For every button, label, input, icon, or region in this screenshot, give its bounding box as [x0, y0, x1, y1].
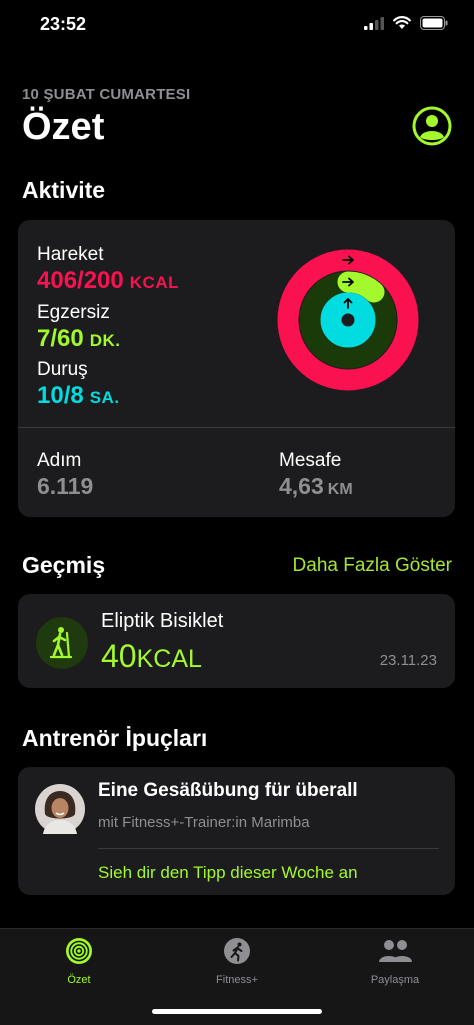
- tab-sharing-label: Paylaşma: [370, 974, 420, 986]
- steps-label: Adım: [37, 450, 82, 471]
- activity-divider: [18, 427, 455, 428]
- tab-fitness-plus-label: Fitness+: [216, 974, 258, 986]
- page-title: Özet: [22, 106, 105, 148]
- tab-sharing[interactable]: Paylaşma: [335, 937, 455, 986]
- tip-title: Eine Gesäßübung für überall: [98, 780, 358, 801]
- profile-icon[interactable]: [412, 106, 452, 146]
- home-indicator[interactable]: [152, 1009, 322, 1014]
- tips-section-title: Antrenör İpuçları: [22, 725, 208, 751]
- tab-summary-label: Özet: [67, 974, 91, 986]
- activity-card[interactable]: Hareket 406/200 KCAL Egzersiz 7/60 DK. Dur…: [18, 220, 455, 517]
- tip-link[interactable]: Sieh dir den Tipp dieser Woche an: [98, 863, 358, 883]
- status-time: 23:52: [40, 14, 87, 34]
- stand-label: Duruş: [37, 359, 88, 380]
- distance-value: 4,63 KM: [279, 473, 353, 499]
- battery-icon: [420, 16, 448, 30]
- steps-value: 6.119: [37, 473, 94, 499]
- people-icon: [379, 940, 412, 962]
- wifi-icon: [393, 16, 411, 29]
- tip-subtitle: mit Fitness+-Trainer:in Marimba: [98, 814, 310, 831]
- distance-label: Mesafe: [279, 450, 342, 471]
- exercise-label: Egzersiz: [37, 302, 110, 323]
- runner-icon: [224, 938, 250, 964]
- workout-date: 23.11.23: [379, 652, 437, 669]
- activity-rings[interactable]: [277, 249, 419, 391]
- history-section-title: Geçmiş: [22, 552, 106, 578]
- status-bar: 23:52: [0, 0, 474, 50]
- move-label: Hareket: [37, 244, 104, 265]
- workout-card[interactable]: Eliptik Bisiklet 40KCAL 23.11.23: [18, 594, 455, 688]
- trainer-avatar: [35, 784, 85, 834]
- workout-name: Eliptik Bisiklet: [101, 610, 224, 632]
- tab-summary[interactable]: Özet: [19, 937, 139, 986]
- status-icons: [364, 16, 448, 30]
- tips-card[interactable]: Eine Gesäßübung für überall mit Fitness+…: [18, 767, 455, 895]
- activity-section-title: Aktivite: [22, 177, 106, 203]
- elliptical-icon: [36, 617, 88, 669]
- stand-value: 10/8 SA.: [37, 382, 120, 409]
- date-label: 10 ŞUBAT CUMARTESI: [22, 86, 191, 103]
- workout-value: 40KCAL: [101, 638, 202, 674]
- signal-icon: [364, 16, 384, 30]
- tip-divider: [98, 848, 439, 849]
- move-value: 406/200 KCAL: [37, 267, 179, 294]
- see-more-link[interactable]: Daha Fazla Göster: [293, 555, 452, 577]
- tab-fitness-plus[interactable]: Fitness+: [177, 937, 297, 986]
- exercise-value: 7/60 DK.: [37, 325, 121, 352]
- rings-icon: [66, 938, 92, 964]
